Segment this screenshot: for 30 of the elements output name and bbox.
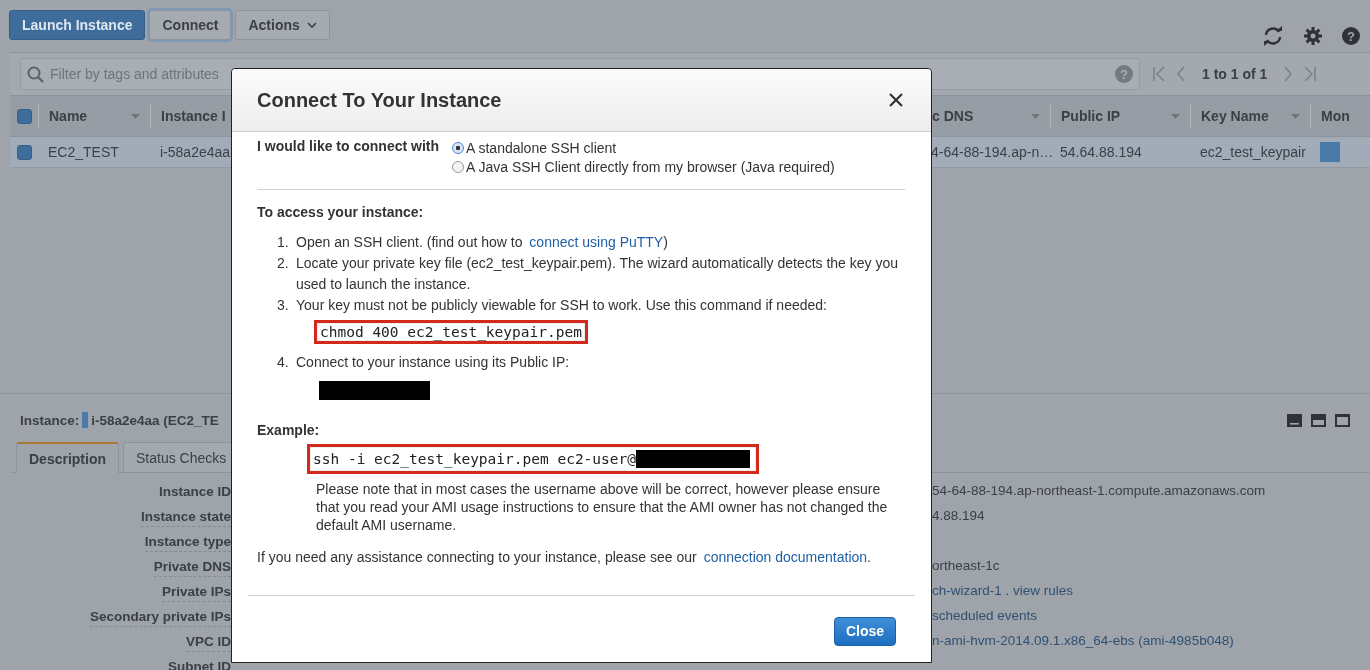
step-number: 3.	[277, 296, 290, 315]
table-cell: 54.64.88.194	[1060, 144, 1142, 160]
step-text: Locate your private key file (ec2_test_keypair.pem). The wizard automatically detects the key you used to launch the instance.	[296, 254, 900, 294]
table-cell: i-58a2e4aa	[160, 144, 231, 160]
pagination-text: 1 to 1 of 1	[1202, 66, 1268, 82]
section-heading: Example:	[257, 422, 321, 438]
section-heading: To access your instance:	[257, 204, 425, 220]
field-value: 4.88.194	[932, 508, 985, 523]
step-number: 2.	[277, 254, 290, 273]
command-text: ssh -i ec2_test_keypair.pem ec2-user@	[307, 444, 759, 474]
step-text: Open an SSH client. (find out how to connect using PuTTY)	[296, 233, 669, 252]
table-cell: 4-64-88-194.ap-n…	[931, 144, 1054, 160]
step-text: Connect to your instance using its Public IP:	[296, 353, 571, 372]
field-value: ch-wizard-1 . view rules	[932, 583, 1074, 598]
step-number: 1.	[277, 233, 290, 252]
field-value: 54-64-88-194.ap-northeast-1.compute.amazonaws.com	[932, 483, 1266, 498]
assistance-text: If you need any assistance connecting to your instance, please see our connection documentation.	[257, 549, 872, 565]
instance-id-text: i-58a2e4aa (EC2_TE	[91, 412, 219, 428]
connect-label: I would like to connect with	[257, 138, 440, 156]
note-text: Please note that in most cases the username above will be correct, however please ensure that you read your AMI usage instructions to ensure that the AMI owner has not changed the default AMI username.	[316, 480, 889, 534]
step-text: Your key must not be publicly viewable for SSH to work. Use this command if needed:	[296, 296, 828, 315]
field-label: Instance ID	[158, 483, 231, 501]
command-text: chmod 400 ec2_test_keypair.pem	[314, 320, 588, 344]
field-value: ortheast-1c	[932, 558, 1000, 573]
field-label: Subnet ID	[168, 658, 231, 670]
instance-label: Instance:	[20, 412, 80, 428]
table-cell: ec2_test_keypair	[1200, 144, 1306, 160]
dialog-title: Connect To Your Instance	[257, 88, 502, 112]
step-number: 4.	[277, 353, 290, 372]
table-cell: EC2_TEST	[48, 144, 119, 160]
